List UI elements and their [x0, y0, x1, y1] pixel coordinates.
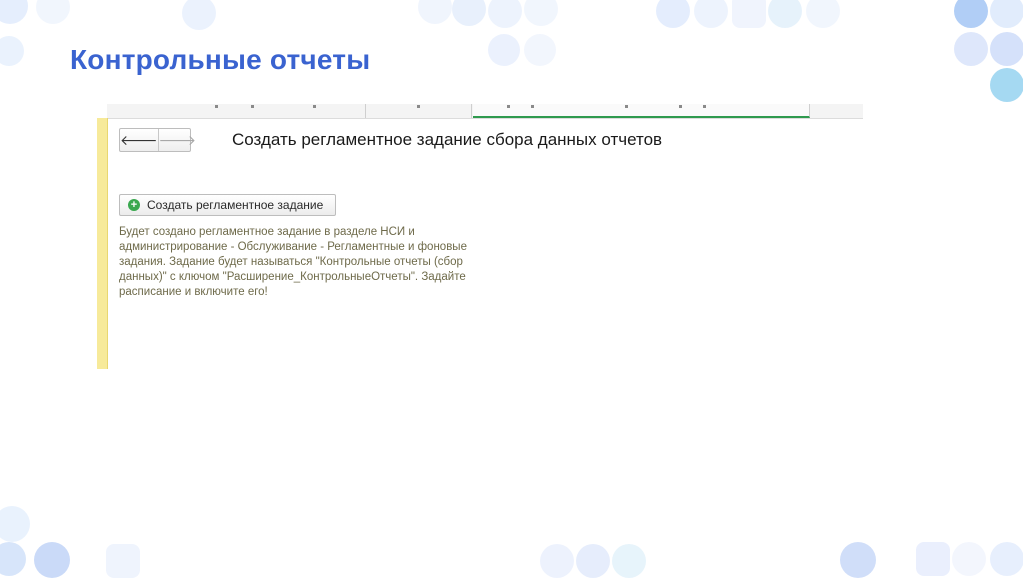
decor-circle — [0, 542, 26, 576]
form-title: Создать регламентное задание сбора данны… — [232, 130, 663, 149]
side-strip — [97, 118, 108, 369]
decor-circle — [0, 0, 28, 24]
decor-circle — [182, 0, 216, 30]
decor-circle — [990, 542, 1023, 576]
tab-4[interactable] — [811, 104, 863, 118]
decor-circle — [540, 544, 574, 578]
decor-circle — [524, 34, 556, 66]
decor-square — [732, 0, 766, 28]
create-scheduled-task-button[interactable]: + Создать регламентное задание — [119, 194, 337, 216]
decor-circle — [954, 32, 988, 66]
plus-circle-icon: + — [128, 199, 140, 211]
back-button[interactable]: 🡐 — [120, 129, 158, 151]
decor-circle — [952, 542, 986, 576]
decor-circle — [36, 0, 70, 24]
info-text: Будет создано регламентное задание в раз… — [119, 226, 467, 298]
decor-square — [106, 544, 140, 578]
create-scheduled-task-label: Создать регламентное задание — [147, 198, 324, 212]
decor-circle — [524, 0, 558, 26]
decor-circle — [34, 542, 70, 578]
tab-active[interactable] — [473, 104, 810, 118]
decor-circle — [576, 544, 610, 578]
decor-circle — [768, 0, 802, 28]
tab-bar — [107, 104, 863, 119]
decor-square — [916, 542, 950, 576]
decor-circle — [990, 0, 1023, 28]
arrow-left-icon: 🡐 — [120, 131, 158, 148]
decor-circle — [452, 0, 486, 26]
tab-1[interactable] — [119, 104, 366, 118]
decor-circle — [694, 0, 728, 28]
decor-circle — [488, 34, 520, 66]
navigation-buttons: 🡐 🡒 — [119, 128, 196, 152]
forward-button[interactable]: 🡒 — [157, 129, 197, 151]
decor-circle — [0, 36, 24, 66]
decor-circle — [954, 0, 988, 28]
decor-circle — [656, 0, 690, 28]
slide-title: Контрольные отчеты — [70, 44, 371, 75]
decor-circle — [612, 544, 646, 578]
form-screenshot-panel: 🡐 🡒 Создать регламентное задание сбора д… — [97, 104, 863, 369]
decor-circle — [990, 32, 1023, 66]
decor-circle — [488, 0, 522, 28]
tab-2[interactable] — [365, 104, 472, 118]
decor-circle — [806, 0, 840, 28]
decor-circle — [990, 68, 1023, 102]
decor-circle — [418, 0, 452, 24]
decor-circle — [840, 542, 876, 578]
decor-circle — [0, 506, 30, 542]
arrow-right-icon: 🡒 — [158, 131, 197, 148]
